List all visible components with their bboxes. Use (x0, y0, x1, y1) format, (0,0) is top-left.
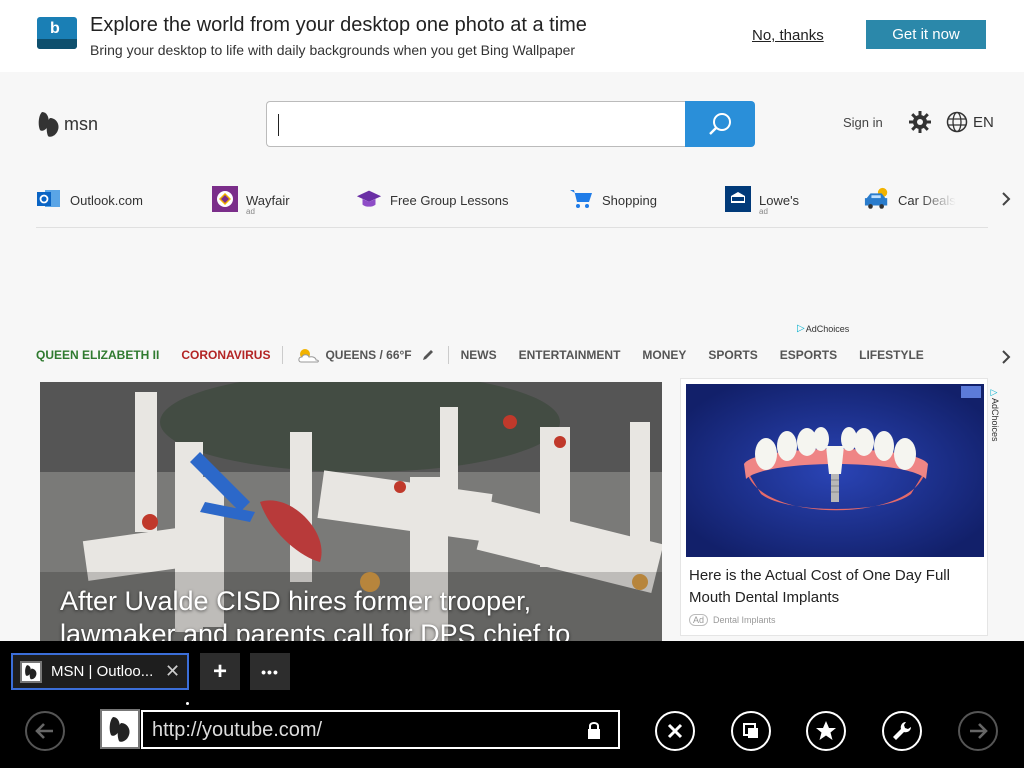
tab-title: MSN | Outloo... (51, 663, 154, 680)
promo-title: Explore the world from your desktop one … (90, 14, 587, 36)
quick-link-label: Car Deals (898, 193, 956, 208)
quick-link-label: Shopping (602, 193, 657, 208)
adchoices-link[interactable]: ▷ AdChoices (797, 323, 849, 334)
msn-logo[interactable]: msn (38, 110, 98, 138)
quick-link-label: Lowe's (759, 193, 800, 208)
search-icon (709, 113, 731, 135)
bing-logo-letter: b (50, 20, 60, 37)
browser-tab[interactable]: MSN | Outloo... ✕ (11, 653, 189, 690)
ad-source: Dental Implants (713, 615, 776, 625)
dental-implant-image (686, 384, 984, 557)
wrench-icon (893, 722, 911, 740)
chevron-right-icon[interactable] (998, 349, 1014, 365)
globe-icon (946, 111, 968, 133)
weather-widget[interactable]: QUEENS / 66°F (295, 346, 433, 364)
bing-wallpaper-banner: b Explore the world from your desktop on… (0, 0, 1024, 72)
car-icon (864, 186, 890, 212)
ad-badge: Ad (689, 614, 709, 626)
adchoices-side-label: AdChoices (990, 398, 1000, 442)
star-icon (816, 721, 836, 740)
quick-link-car-deals[interactable]: Car Deals (864, 186, 956, 212)
close-icon (667, 723, 683, 739)
pencil-icon[interactable] (422, 349, 434, 361)
quick-link-label: Outlook.com (70, 193, 143, 208)
address-bar[interactable]: http://youtube.com/ (141, 710, 620, 749)
favorites-button[interactable] (806, 711, 846, 751)
ad-marker: ad (759, 207, 768, 216)
nav-money[interactable]: MONEY (642, 348, 686, 362)
nav-entertainment[interactable]: ENTERTAINMENT (519, 348, 621, 362)
sign-in-link[interactable]: Sign in (843, 115, 883, 130)
quick-link-shopping[interactable]: Shopping (568, 186, 657, 212)
msn-butterfly-icon (38, 112, 59, 137)
stop-button[interactable] (655, 711, 695, 751)
adchoices-label: AdChoices (805, 323, 850, 334)
tab-menu-button[interactable]: ••• (250, 653, 290, 690)
back-button[interactable] (25, 711, 65, 751)
hero-headline[interactable]: After Uvalde CISD hires former trooper, … (60, 585, 650, 642)
indicator-dot (186, 702, 189, 705)
arrow-right-icon (970, 723, 988, 739)
quick-links-bar: Outlook.com Wayfair ad Free Group Lessons… (36, 186, 988, 228)
bing-wallpaper-logo: b (37, 17, 77, 49)
browser-chrome: MSN | Outloo... ✕ + ••• http://youtube.c… (0, 641, 1024, 768)
weather-text: QUEENS / 66°F (325, 348, 412, 362)
sponsored-ad-card[interactable]: Here is the Actual Cost of One Day Full … (680, 378, 988, 636)
category-nav: QUEEN ELIZABETH II CORONAVIRUS QUEENS / … (36, 343, 996, 367)
ad-footer: Ad Dental Implants (689, 614, 776, 626)
nav-sports[interactable]: SPORTS (708, 348, 757, 362)
arrow-left-icon (35, 723, 53, 739)
close-tab-icon[interactable]: ✕ (165, 661, 180, 682)
forward-button[interactable] (958, 711, 998, 751)
language-label: EN (973, 113, 994, 131)
search-input[interactable] (266, 101, 686, 147)
quick-link-free-group-lessons[interactable]: Free Group Lessons (356, 186, 509, 212)
tabs-icon (743, 723, 758, 738)
language-selector[interactable]: EN (946, 111, 994, 133)
get-it-now-button[interactable]: Get it now (866, 20, 986, 49)
nav-news[interactable]: NEWS (461, 348, 497, 362)
msn-logo-text: msn (64, 113, 99, 134)
no-thanks-link[interactable]: No, thanks (752, 27, 824, 44)
divider (447, 346, 449, 364)
partly-cloudy-icon (298, 349, 320, 363)
nav-esports[interactable]: ESPORTS (780, 348, 837, 362)
nav-lifestyle[interactable]: LIFESTYLE (859, 348, 924, 362)
ad-marker: ad (246, 207, 255, 216)
tools-button[interactable] (882, 711, 922, 751)
promo-subtitle: Bring your desktop to life with daily ba… (90, 42, 576, 58)
quick-link-wayfair[interactable]: Wayfair ad (212, 186, 290, 216)
gear-icon[interactable] (908, 110, 932, 134)
tabs-button[interactable] (731, 711, 771, 751)
adchoices-icon: ▷ (990, 388, 1000, 398)
quick-link-label: Wayfair (246, 193, 290, 208)
text-caret (278, 114, 279, 136)
wayfair-icon (212, 186, 238, 212)
adchoices-icon: ▷ (797, 323, 805, 334)
lowes-icon (725, 186, 751, 212)
divider (282, 346, 284, 364)
ad-headline[interactable]: Here is the Actual Cost of One Day Full … (689, 565, 979, 609)
quick-link-outlook[interactable]: Outlook.com (36, 186, 143, 212)
nav-coronavirus[interactable]: CORONAVIRUS (181, 348, 270, 362)
hero-story-card[interactable]: After Uvalde CISD hires former trooper, … (40, 382, 662, 642)
shopping-cart-icon (568, 186, 594, 212)
url-text: http://youtube.com/ (152, 719, 323, 741)
quick-link-lowes[interactable]: Lowe's ad (725, 186, 799, 216)
graduation-cap-icon (356, 186, 382, 212)
outlook-icon (36, 186, 62, 212)
nav-queen-elizabeth[interactable]: QUEEN ELIZABETH II (36, 348, 159, 362)
site-icon (100, 709, 140, 749)
new-tab-button[interactable]: + (200, 653, 240, 690)
msn-favicon-icon (20, 660, 42, 683)
quick-link-label: Free Group Lessons (390, 193, 509, 208)
lock-icon (588, 722, 600, 739)
search-button[interactable] (685, 101, 755, 147)
adchoices-side-link[interactable]: ▷AdChoices (990, 388, 1000, 442)
chevron-right-icon[interactable] (998, 191, 1014, 207)
